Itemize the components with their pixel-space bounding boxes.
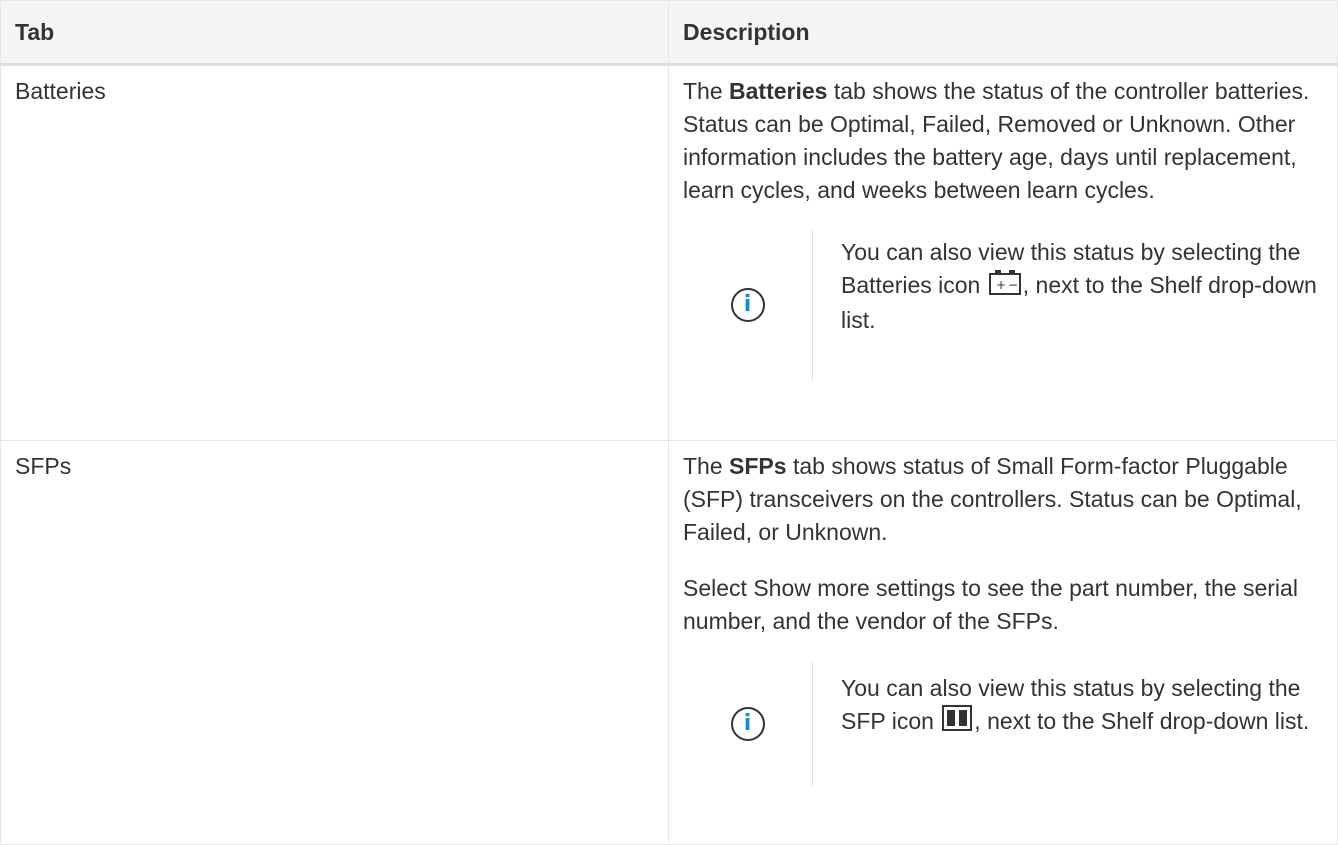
svg-text:−: − <box>1008 278 1018 292</box>
status-tabs-table: Tab Description Batteries The Batteries … <box>0 0 1338 845</box>
svg-text:+: + <box>996 278 1006 292</box>
info-note-icon-area: i <box>683 661 812 787</box>
sfp-icon <box>942 705 973 740</box>
column-header-tab: Tab <box>0 0 669 66</box>
table-row-batteries: Batteries The Batteries tab shows the st… <box>0 64 1338 441</box>
info-note: i You can also view this status by selec… <box>683 661 1323 787</box>
desc-bold-term: Batteries <box>729 78 828 104</box>
info-icon: i <box>730 288 765 322</box>
info-note-icon-area: i <box>683 230 812 380</box>
desc-prefix: The <box>683 78 730 104</box>
desc-bold-term: SFPs <box>729 453 787 479</box>
tab-cell: SFPs <box>0 440 669 845</box>
column-header-description: Description <box>668 0 1338 66</box>
info-note: i You can also view this status by selec… <box>683 230 1323 380</box>
note-text-after-icon: , next to the Shelf drop-down list. <box>974 708 1310 734</box>
description-paragraph: The Batteries tab shows the status of th… <box>683 75 1323 207</box>
tab-cell: Batteries <box>0 64 669 441</box>
table-row-sfps: SFPs The SFPs tab shows status of Small … <box>0 440 1338 845</box>
table-header-row: Tab Description <box>0 0 1338 66</box>
description-cell: The SFPs tab shows status of Small Form-… <box>668 440 1338 845</box>
desc-prefix: The <box>683 453 730 479</box>
info-icon: i <box>730 707 765 741</box>
description-paragraph-2: Select Show more settings to see the par… <box>683 575 1298 634</box>
battery-icon: + − <box>988 269 1021 304</box>
description-paragraph: The SFPs tab shows status of Small Form-… <box>683 450 1323 549</box>
note-text: You can also view this status by selecti… <box>813 661 1321 787</box>
description-cell: The Batteries tab shows the status of th… <box>668 64 1338 441</box>
note-text: You can also view this status by selecti… <box>813 230 1321 380</box>
